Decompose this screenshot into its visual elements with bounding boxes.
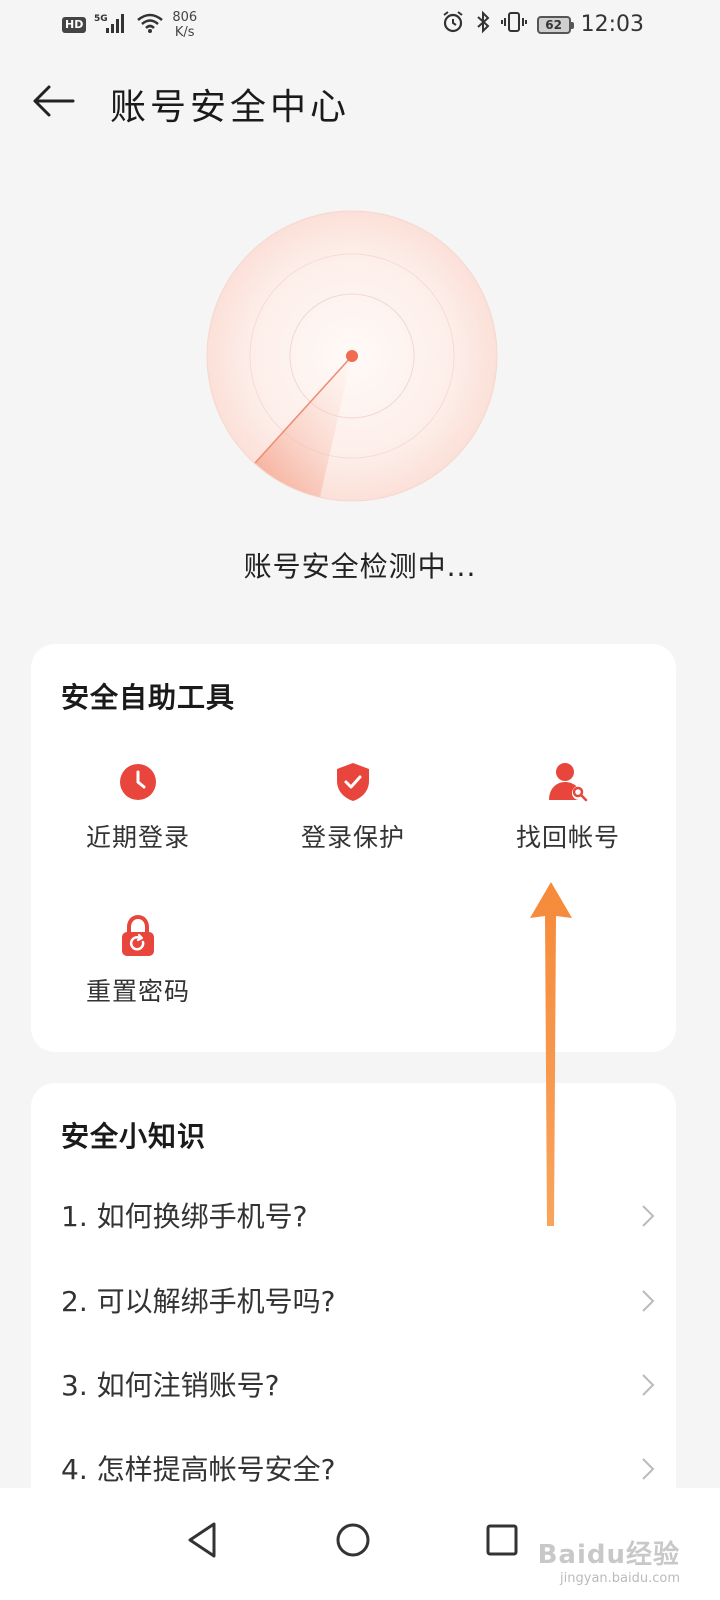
battery-indicator: 62 bbox=[536, 15, 574, 34]
tool-reset-password[interactable]: 重置密码 bbox=[38, 914, 238, 1024]
status-right: 62 12:03 bbox=[441, 10, 644, 39]
nav-back-button[interactable] bbox=[172, 1510, 232, 1570]
tip-item-label: 1. 如何换绑手机号? bbox=[61, 1200, 308, 1233]
vibrate-icon bbox=[500, 10, 527, 39]
tips-card-title: 安全小知识 bbox=[61, 1120, 207, 1153]
signal-icon: 5G bbox=[94, 12, 128, 39]
tool-recover-account[interactable]: 找回帐号 bbox=[468, 760, 668, 870]
nav-recents-button[interactable] bbox=[472, 1510, 532, 1570]
chevron-right-icon bbox=[642, 1290, 655, 1312]
user-search-icon bbox=[549, 763, 588, 802]
tools-card-title: 安全自助工具 bbox=[61, 681, 236, 714]
tip-item[interactable]: 1. 如何换绑手机号? bbox=[31, 1177, 676, 1257]
security-tips-card: 安全小知识 1. 如何换绑手机号? 2. 可以解绑手机号吗? 3. 如何注销账号… bbox=[31, 1083, 676, 1503]
lock-reset-icon bbox=[122, 914, 154, 956]
security-scan-radar bbox=[200, 208, 500, 508]
shield-check-icon bbox=[337, 763, 369, 801]
radar-center-dot bbox=[346, 350, 358, 362]
back-button[interactable] bbox=[28, 76, 78, 126]
scan-status-text: 账号安全检测中... bbox=[243, 550, 477, 583]
bluetooth-icon bbox=[475, 10, 491, 39]
page-title: 账号安全中心 bbox=[110, 87, 351, 128]
status-bar: HD 5G 806 K/s 62 12:03 bbox=[0, 0, 720, 50]
chevron-right-icon bbox=[642, 1205, 655, 1227]
watermark-url: jingyan.baidu.com bbox=[560, 1571, 680, 1586]
net-speed: 806 K/s bbox=[172, 10, 197, 40]
back-arrow-icon bbox=[33, 85, 75, 117]
tool-label: 近期登录 bbox=[85, 823, 190, 852]
tool-label: 重置密码 bbox=[85, 977, 190, 1006]
tool-label: 找回帐号 bbox=[515, 823, 620, 852]
circle-home-icon bbox=[336, 1523, 370, 1557]
app-header: 账号安全中心 bbox=[0, 70, 720, 130]
hd-badge: HD bbox=[62, 17, 87, 33]
wifi-icon bbox=[136, 12, 164, 39]
tip-item-label: 3. 如何注销账号? bbox=[61, 1369, 280, 1402]
square-recents-icon bbox=[486, 1524, 518, 1556]
nav-home-button[interactable] bbox=[323, 1510, 383, 1570]
signal-5g-label: 5G bbox=[94, 14, 108, 24]
chevron-right-icon bbox=[642, 1374, 655, 1396]
tool-login-protection[interactable]: 登录保护 bbox=[253, 760, 453, 870]
triangle-back-icon bbox=[188, 1522, 216, 1558]
watermark-logo: Baidu经验 bbox=[537, 1540, 680, 1570]
tool-recent-login[interactable]: 近期登录 bbox=[38, 760, 238, 870]
tip-item-label: 4. 怎样提高帐号安全? bbox=[61, 1453, 336, 1486]
status-time: 12:03 bbox=[580, 12, 644, 37]
tip-item[interactable]: 2. 可以解绑手机号吗? bbox=[31, 1262, 676, 1342]
net-speed-value: 806 bbox=[172, 10, 198, 25]
chevron-right-icon bbox=[642, 1458, 655, 1480]
baidu-jingyan-watermark: Baidu经验 jingyan.baidu.com bbox=[538, 1534, 680, 1586]
status-left: HD 5G 806 K/s bbox=[62, 10, 197, 40]
clock-icon bbox=[120, 764, 156, 800]
tip-item-label: 2. 可以解绑手机号吗? bbox=[61, 1285, 336, 1318]
net-speed-unit: K/s bbox=[174, 25, 195, 40]
self-help-tools-card: 安全自助工具 近期登录 登录保护 找回帐号 重置密码 bbox=[31, 644, 676, 1052]
alarm-icon bbox=[441, 10, 465, 39]
tip-item[interactable]: 3. 如何注销账号? bbox=[31, 1346, 676, 1426]
system-nav-bar: Baidu经验 jingyan.baidu.com bbox=[0, 1488, 720, 1600]
tool-label: 登录保护 bbox=[300, 823, 405, 852]
